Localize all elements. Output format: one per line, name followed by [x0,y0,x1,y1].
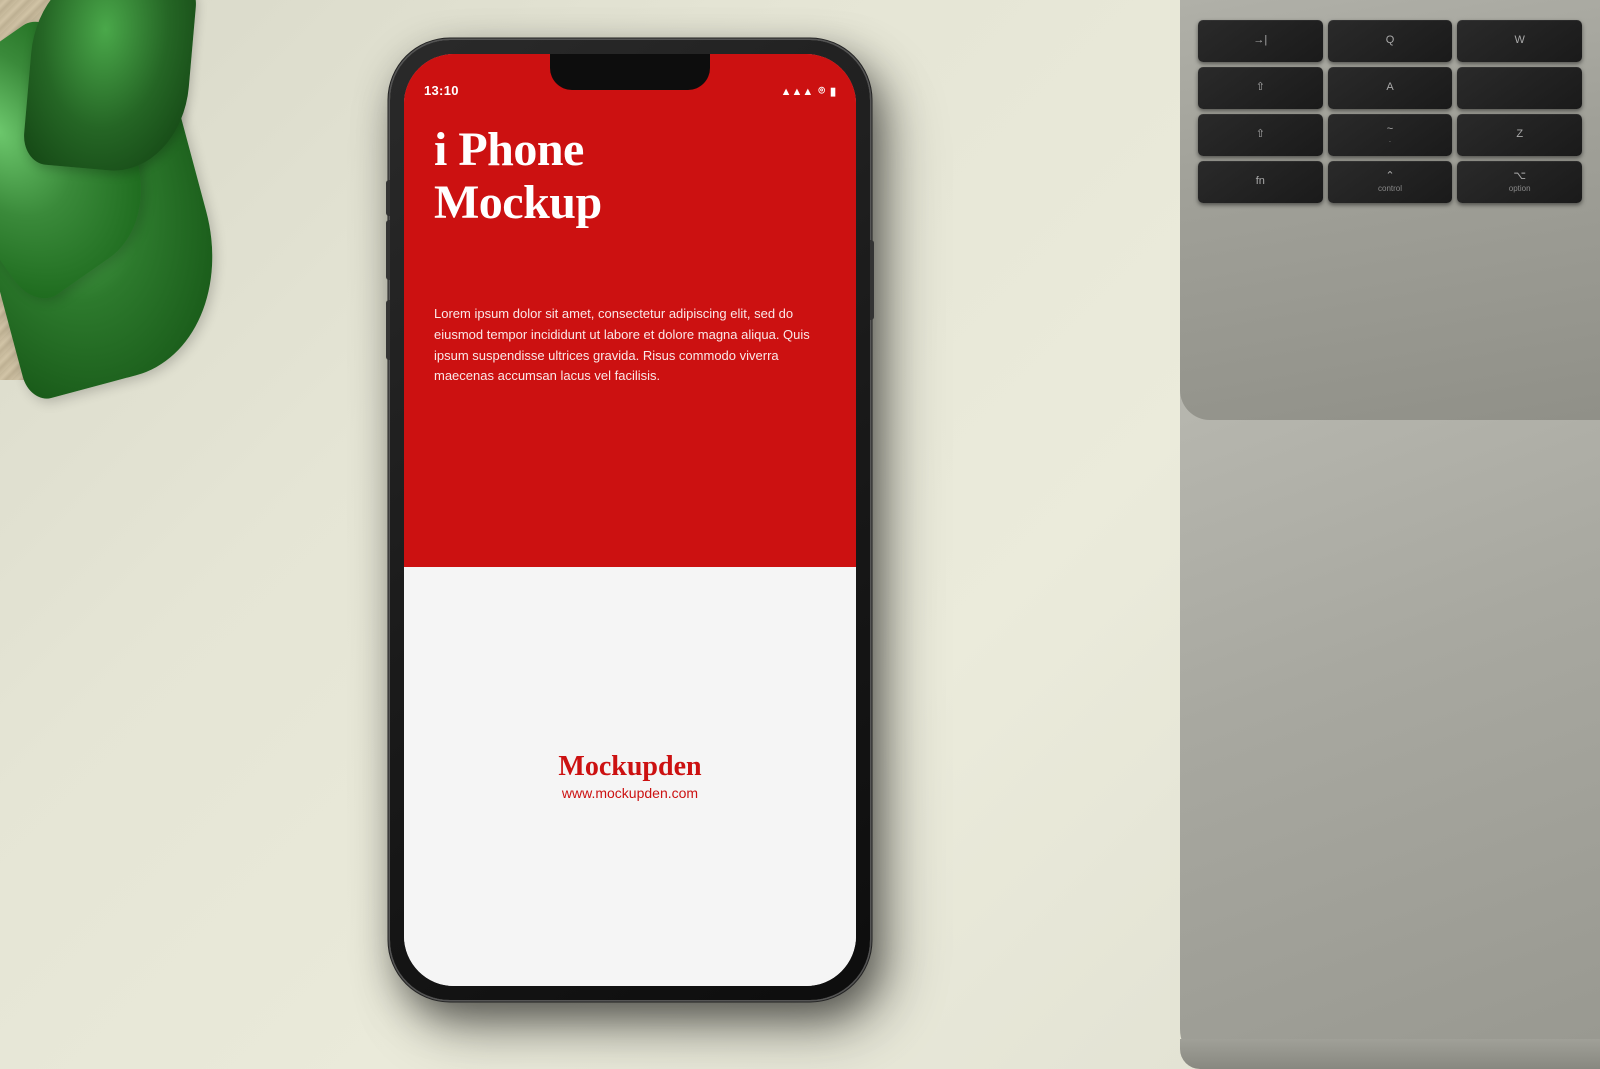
brand-name: Mockupden [558,751,701,783]
w-key[interactable]: W [1457,20,1582,62]
fn-key[interactable]: fn [1198,161,1323,203]
up-arrow-icon: ⌃ [1385,170,1394,183]
option-label: option [1509,184,1531,194]
laptop-body: →| Q W ⇧ A [1180,0,1600,1069]
power-button[interactable] [870,240,874,320]
tab-key[interactable]: →| [1198,20,1323,62]
iphone-mockup: 13:10 ▲▲▲ ⌾ ▮ i Phone Mockup Lorem ipsum… [390,40,870,1000]
tilde-key[interactable]: ~ · [1328,114,1453,156]
app-top-section: i Phone Mockup Lorem ipsum dolor sit ame… [404,54,856,567]
app-title: i Phone Mockup [434,124,826,230]
volume-up-button[interactable] [386,220,390,280]
laptop-bottom-edge [1180,1039,1600,1069]
iphone-screen: 13:10 ▲▲▲ ⌾ ▮ i Phone Mockup Lorem ipsum… [404,54,856,986]
status-time: 13:10 [424,83,459,98]
brand-url: www.mockupden.com [558,785,701,801]
plant-decoration [0,0,290,600]
app-title-line2: Mockup [434,176,602,229]
app-bottom-section: Mockupden www.mockupden.com [404,567,856,986]
q-key[interactable]: Q [1328,20,1453,62]
shift-key[interactable]: ⇧ [1198,114,1323,156]
app-body-text: Lorem ipsum dolor sit amet, consectetur … [434,304,826,387]
app-title-area: i Phone Mockup [434,124,826,230]
key-row-4: fn ⌃ control ⌥ option [1198,161,1582,203]
key-row-2: ⇧ A [1198,67,1582,109]
option-key[interactable]: ⌥ option [1457,161,1582,203]
a-key[interactable]: A [1328,67,1453,109]
alt-icon: ⌥ [1513,170,1526,183]
volume-down-button[interactable] [386,300,390,360]
wifi-icon: ⌾ [818,85,825,98]
signal-icon: ▲▲▲ [781,86,814,98]
z-key[interactable]: Z [1457,114,1582,156]
mute-button[interactable] [386,180,390,216]
control-key[interactable]: ⌃ control [1328,161,1453,203]
brand-section: Mockupden www.mockupden.com [558,751,701,801]
status-icons: ▲▲▲ ⌾ ▮ [781,85,836,98]
keyboard-area: →| Q W ⇧ A [1180,0,1600,420]
fn-label: fn [1256,175,1265,188]
laptop-keyboard: →| Q W ⇧ A [1180,0,1600,1069]
battery-icon: ▮ [830,85,836,98]
key-row-1: →| Q W [1198,20,1582,62]
caps-key[interactable]: ⇧ [1198,67,1323,109]
control-label: control [1378,184,1402,194]
app-title-line1: i Phone [434,123,584,176]
key-row-3: ⇧ ~ · Z [1198,114,1582,156]
empty-key [1457,67,1582,109]
iphone-body: 13:10 ▲▲▲ ⌾ ▮ i Phone Mockup Lorem ipsum… [390,40,870,1000]
iphone-notch [550,54,710,90]
